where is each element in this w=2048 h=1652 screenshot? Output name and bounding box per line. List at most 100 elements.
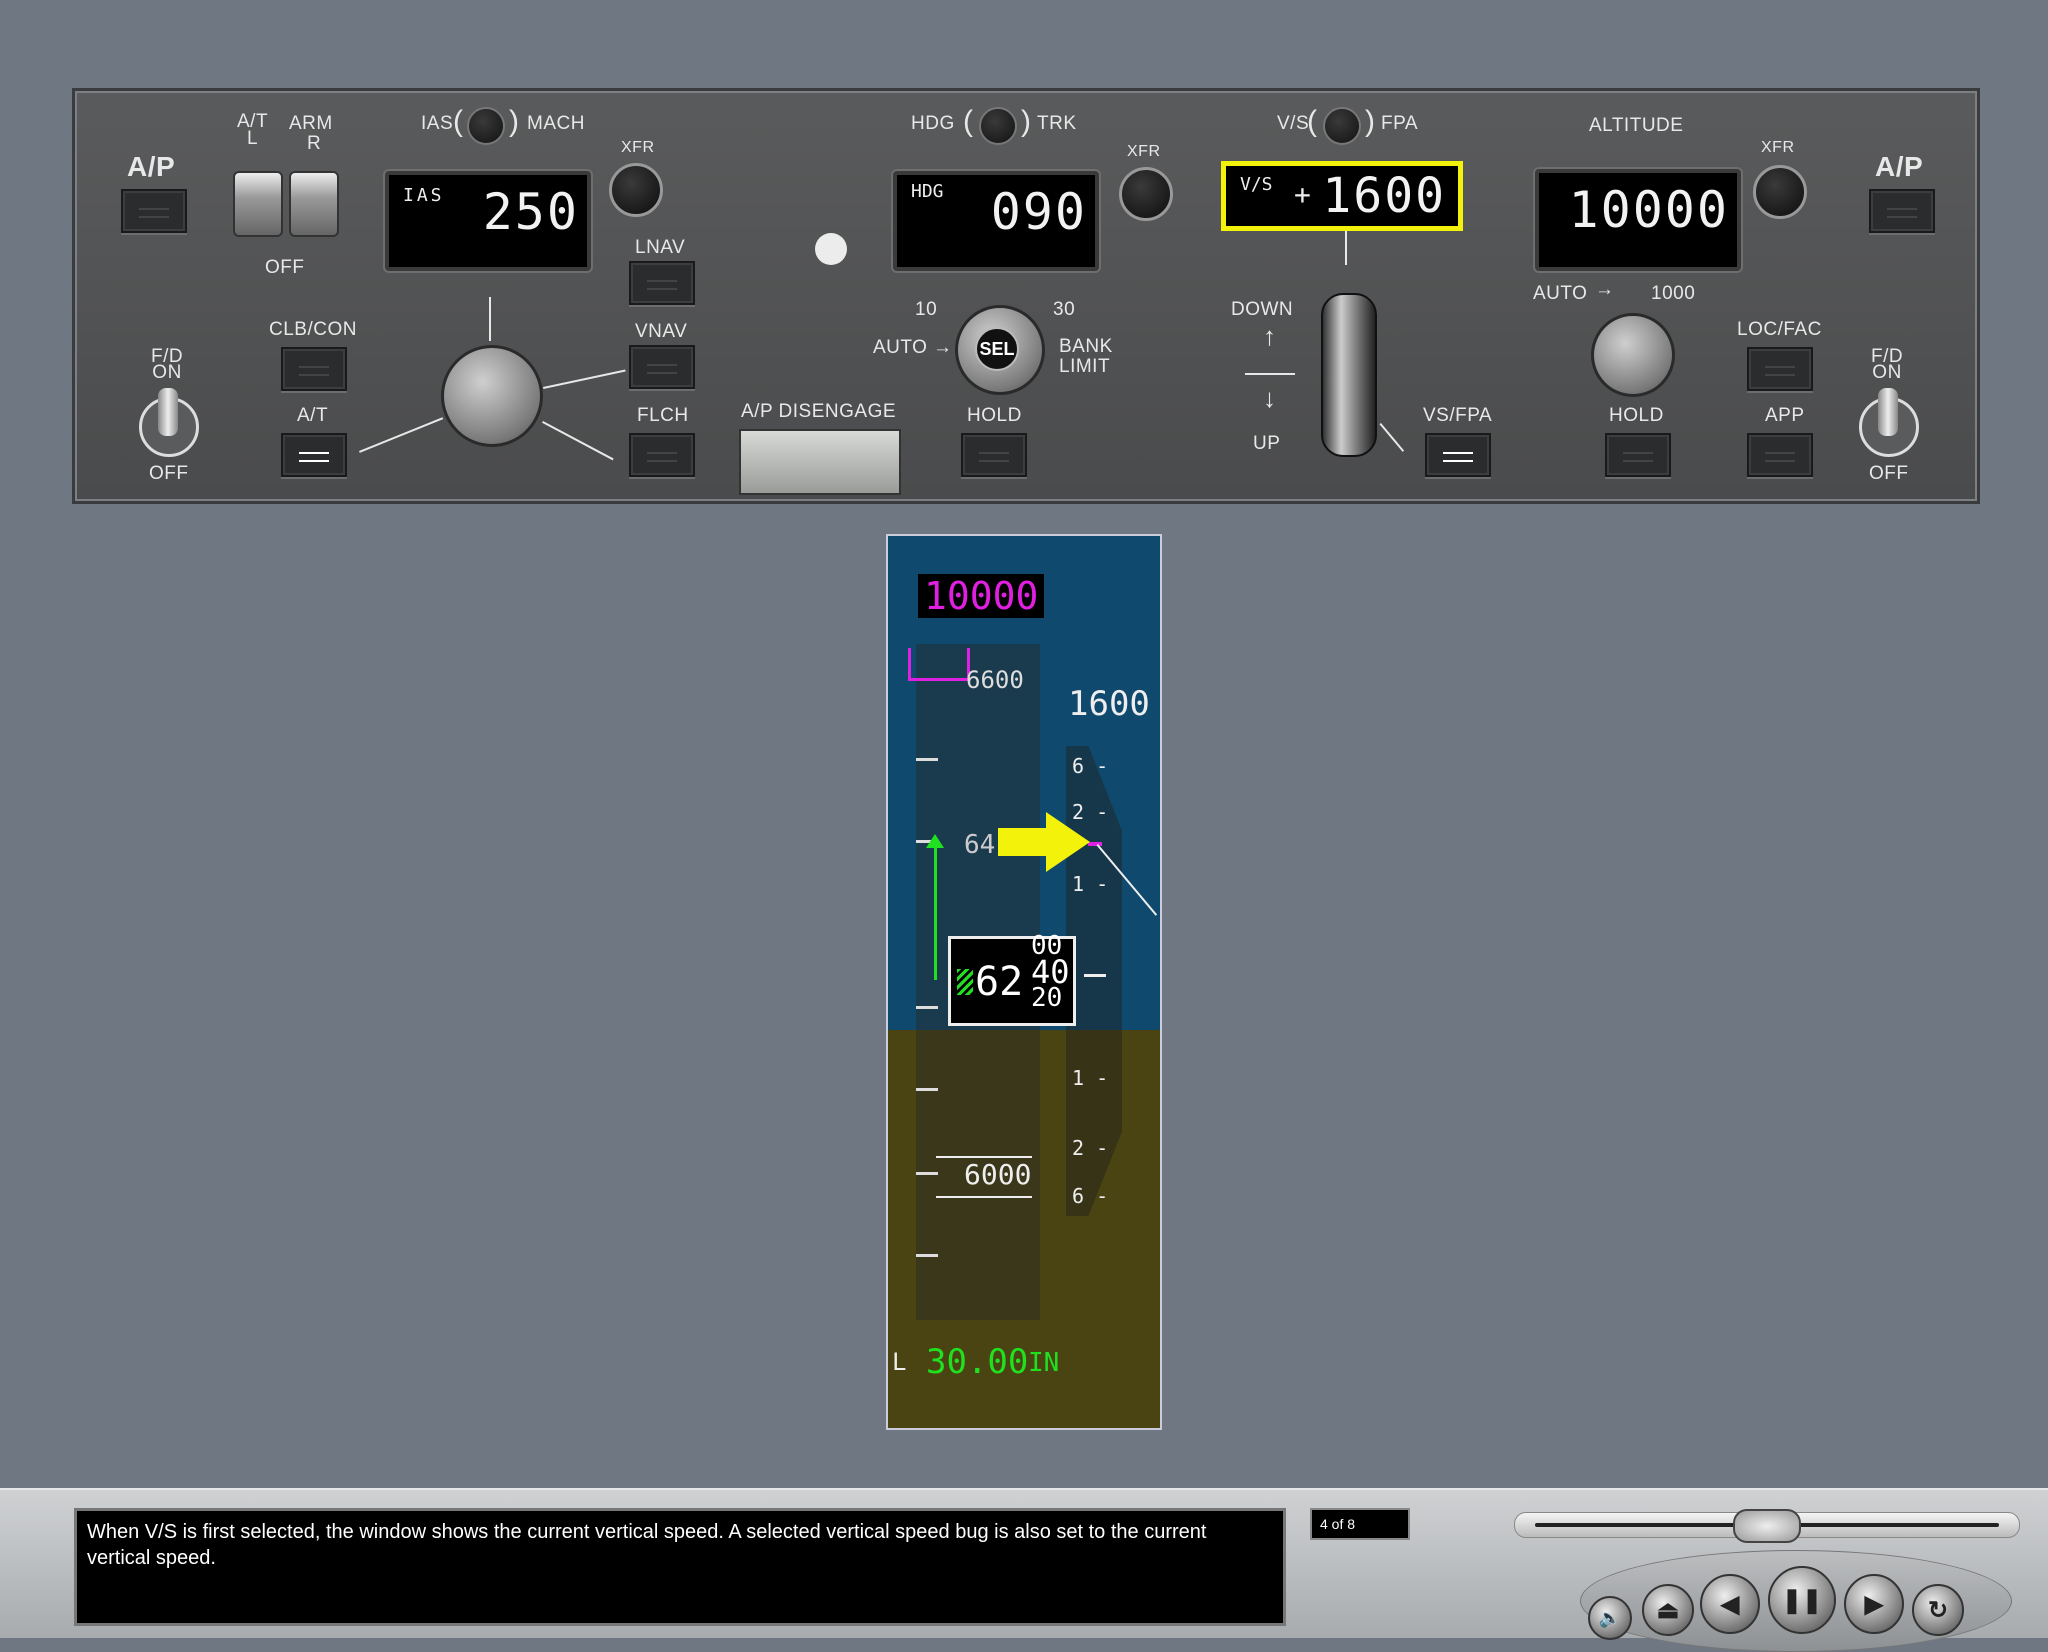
pause-icon[interactable]: ❚❚ bbox=[1768, 1566, 1836, 1634]
caption-text: When V/S is first selected, the window s… bbox=[74, 1508, 1286, 1626]
bank-10-label: 10 bbox=[915, 299, 938, 320]
baro-prefix: L bbox=[892, 1348, 907, 1376]
lnav-button[interactable] bbox=[629, 261, 695, 305]
hdg-display: HDG 090 bbox=[893, 171, 1099, 271]
at-l-label: A/T L bbox=[237, 111, 269, 149]
tape-tick bbox=[916, 1088, 938, 1091]
connector-line bbox=[359, 417, 444, 453]
xfr-1-label: XFR bbox=[621, 139, 655, 156]
fd-right-switch[interactable] bbox=[1859, 388, 1919, 457]
ias-display-label: IAS bbox=[403, 185, 445, 206]
replay-icon[interactable]: ↻ bbox=[1912, 1584, 1964, 1636]
at-button[interactable] bbox=[281, 433, 347, 477]
tape-tick bbox=[916, 758, 938, 761]
baro-value: 30.00 bbox=[926, 1342, 1029, 1382]
hdg-sel-button[interactable]: SEL bbox=[975, 327, 1019, 371]
alt-hold-label: HOLD bbox=[1609, 405, 1664, 426]
xfr-2-button[interactable] bbox=[1119, 167, 1173, 221]
alt-hold-button[interactable] bbox=[1605, 433, 1671, 477]
volume-icon[interactable]: 🔈 bbox=[1588, 1596, 1632, 1640]
vs-fpa-selector-knob[interactable] bbox=[1323, 107, 1361, 145]
ap-disengage-bar[interactable] bbox=[739, 429, 901, 495]
eject-icon[interactable]: ⏏ bbox=[1642, 1584, 1694, 1636]
hdg-hold-label: HOLD bbox=[967, 405, 1022, 426]
paren-left-icon: ( bbox=[1307, 105, 1318, 138]
xfr-3-button[interactable] bbox=[1753, 165, 1807, 219]
progress-track[interactable] bbox=[1514, 1509, 2020, 1543]
previous-icon[interactable]: ◀ bbox=[1700, 1574, 1760, 1634]
left-ap-label: A/P bbox=[127, 151, 176, 182]
hdg-hold-button[interactable] bbox=[961, 433, 1027, 477]
hdg-trk-selector-knob[interactable] bbox=[979, 107, 1017, 145]
altitude-display-value: 10000 bbox=[1568, 181, 1729, 239]
vs-thumbwheel[interactable] bbox=[1321, 293, 1377, 457]
fd-right-off-label: OFF bbox=[1869, 463, 1909, 484]
clb-con-button[interactable] bbox=[281, 347, 347, 391]
xfr-2-label: XFR bbox=[1127, 143, 1161, 160]
bank-auto-label: AUTO bbox=[873, 337, 928, 358]
ias-label: IAS bbox=[421, 113, 454, 134]
left-ap-disconnect-button[interactable] bbox=[121, 189, 187, 233]
divider-line bbox=[1245, 373, 1295, 375]
alt-auto-label: AUTO bbox=[1533, 283, 1588, 304]
mode-control-panel: A/P A/T L ARM R OFF F/D ON OFF CLB/CON A… bbox=[72, 88, 1980, 504]
trend-arrow-icon bbox=[926, 834, 944, 848]
paren-right-icon: ) bbox=[1021, 105, 1032, 138]
altitude-trend-vector bbox=[934, 846, 937, 980]
connector-line bbox=[489, 297, 491, 341]
selected-altitude-readout: 10000 bbox=[918, 574, 1045, 618]
up-label: UP bbox=[1253, 433, 1281, 454]
pfd-altitude-vs-tape: 10000 6600 1600 64 6 - 2 - 1 - 1 - 2 - 6… bbox=[886, 534, 1162, 1430]
next-icon[interactable]: ▶ bbox=[1844, 1574, 1904, 1634]
vs-scale-bottom-6: 6 - bbox=[1072, 1184, 1109, 1208]
right-ap-label: A/P bbox=[1875, 151, 1924, 182]
app-label: APP bbox=[1765, 405, 1805, 426]
loc-fac-button[interactable] bbox=[1747, 347, 1813, 391]
vs-zero-mark bbox=[1084, 974, 1106, 977]
altitude-bug bbox=[908, 648, 970, 681]
progress-thumb[interactable] bbox=[1733, 1509, 1801, 1543]
xfr-1-button[interactable] bbox=[609, 163, 663, 217]
vs-display-sign: + bbox=[1294, 178, 1311, 211]
vs-scale-top-1: 1 - bbox=[1072, 872, 1109, 896]
vs-scale-bottom-2: 2 - bbox=[1072, 1136, 1109, 1160]
connector-line bbox=[543, 369, 626, 389]
ias-mach-selector-knob[interactable] bbox=[467, 107, 505, 145]
alt-1000-label: 1000 bbox=[1651, 283, 1696, 304]
tape-tick bbox=[916, 1254, 938, 1257]
arrow-right-icon: → bbox=[1595, 279, 1615, 300]
connector-line bbox=[1379, 423, 1405, 452]
current-altitude-thousands: 62 bbox=[975, 959, 1024, 1005]
paren-right-icon: ) bbox=[509, 105, 520, 138]
vnav-button[interactable] bbox=[629, 345, 695, 389]
altitude-roll-digits: 00 40 20 bbox=[1031, 933, 1070, 1011]
loc-fac-label: LOC/FAC bbox=[1737, 319, 1822, 340]
vs-readout: 1600 bbox=[1068, 684, 1150, 724]
paren-left-icon: ( bbox=[453, 105, 464, 138]
alt-tape-64-label: 64 bbox=[964, 830, 996, 860]
vs-scale-top-6: 6 - bbox=[1072, 754, 1109, 778]
ap-disengage-label: A/P DISENGAGE bbox=[741, 401, 897, 422]
paren-left-icon: ( bbox=[963, 105, 974, 138]
altitude-label: ALTITUDE bbox=[1589, 115, 1684, 136]
fd-left-switch[interactable] bbox=[139, 388, 199, 457]
altitude-selector-knob[interactable] bbox=[1591, 313, 1675, 397]
speed-selector-knob[interactable] bbox=[441, 345, 543, 447]
bank-30-label: 30 bbox=[1053, 299, 1076, 320]
indicator-light bbox=[815, 233, 847, 265]
vs-fpa-button[interactable] bbox=[1425, 433, 1491, 477]
vnav-label: VNAV bbox=[635, 321, 688, 342]
at-off-label: OFF bbox=[265, 257, 305, 278]
ias-display: IAS 250 bbox=[385, 171, 591, 271]
app-button[interactable] bbox=[1747, 433, 1813, 477]
thousand-bar-bottom bbox=[936, 1196, 1032, 1198]
at-arm-left-switch[interactable] bbox=[233, 171, 283, 237]
right-ap-disconnect-button[interactable] bbox=[1869, 189, 1935, 233]
bank-limit-label: BANK LIMIT bbox=[1059, 336, 1113, 377]
flch-button[interactable] bbox=[629, 433, 695, 477]
vs-display-value: 1600 bbox=[1322, 168, 1446, 224]
flch-label: FLCH bbox=[637, 405, 689, 426]
at-arm-right-switch[interactable] bbox=[289, 171, 339, 237]
fpa-label: FPA bbox=[1381, 113, 1419, 134]
ias-display-value: 250 bbox=[482, 183, 579, 241]
